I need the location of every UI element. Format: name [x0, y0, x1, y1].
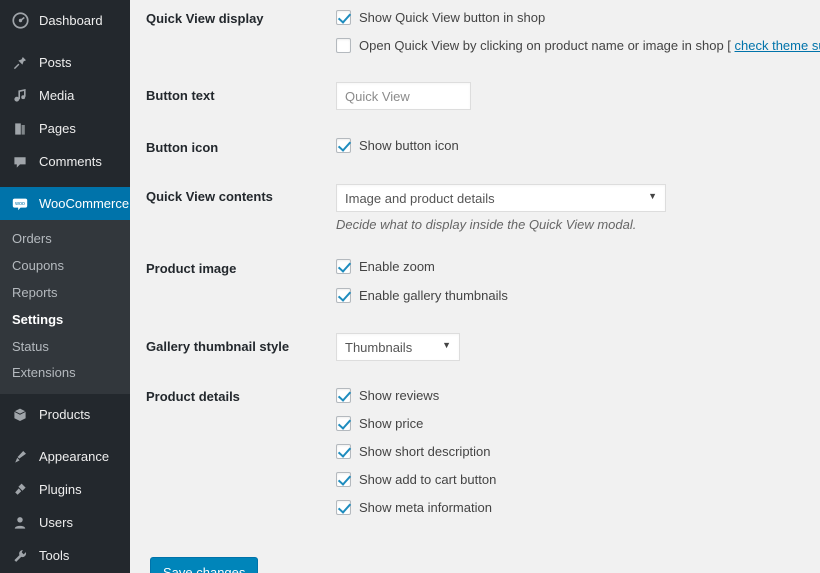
sidebar-item-label: Media — [39, 88, 75, 103]
quick-view-contents-select[interactable]: Image and product details ▼ — [336, 184, 666, 212]
checkbox-show-price[interactable] — [336, 416, 351, 431]
submenu-item-status[interactable]: Status — [0, 334, 130, 361]
gallery-thumbnail-style-select[interactable]: Thumbnails ▼ — [336, 333, 460, 361]
checkbox-show-meta-information[interactable] — [336, 500, 351, 515]
checkbox-row-show-short-description[interactable]: Show short description — [336, 444, 491, 459]
sidebar-item-plugins[interactable]: Plugins — [0, 473, 130, 506]
checkbox-show-quick-view-button[interactable] — [336, 10, 351, 25]
sidebar-item-label: Pages — [39, 121, 76, 136]
checkbox-label: Show price — [359, 416, 424, 431]
field-label-product-image: Product image — [146, 261, 237, 276]
sidebar-item-posts[interactable]: Posts — [0, 46, 130, 79]
check-theme-support-link[interactable]: check theme support — [735, 38, 820, 53]
checkbox-row-show-add-to-cart-button[interactable]: Show add to cart button — [336, 472, 496, 487]
brush-icon — [10, 447, 30, 467]
checkbox-open-quick-view-on-click[interactable] — [336, 38, 351, 53]
checkbox-row-enable-zoom[interactable]: Enable zoom — [336, 259, 435, 274]
sidebar-item-label: Appearance — [39, 449, 110, 465]
checkbox-show-reviews[interactable] — [336, 388, 351, 403]
admin-sidebar: Dashboard Posts Media Pages Comments woo… — [0, 0, 130, 573]
select-value: Image and product details — [345, 190, 495, 206]
pin-icon — [10, 53, 30, 73]
checkbox-label: Show add to cart button — [359, 472, 497, 487]
svg-text:woo: woo — [14, 200, 25, 206]
quick-view-contents-description: Decide what to display inside the Quick … — [336, 217, 637, 232]
checkbox-row-show-quick-view-button[interactable]: Show Quick View button in shop — [336, 10, 545, 25]
checkbox-enable-gallery-thumbnails[interactable] — [336, 288, 351, 303]
sidebar-item-tools[interactable]: Tools — [0, 539, 130, 572]
checkbox-label: Show short description — [359, 444, 491, 459]
checkbox-enable-zoom[interactable] — [336, 259, 351, 274]
select-value: Thumbnails — [345, 339, 413, 355]
sidebar-item-label: Dashboard — [39, 13, 103, 28]
button-text-input[interactable] — [336, 82, 471, 110]
checkbox-row-show-price[interactable]: Show price — [336, 416, 423, 431]
dashboard-icon — [10, 11, 30, 31]
checkbox-label: Show button icon — [359, 138, 459, 153]
sidebar-item-media[interactable]: Media — [0, 79, 130, 112]
submenu-item-orders[interactable]: Orders — [0, 226, 130, 253]
checkbox-label-text: Open Quick View by clicking on product n… — [359, 38, 735, 53]
checkbox-row-open-quick-view-on-click[interactable]: Open Quick View by clicking on product n… — [336, 38, 820, 53]
gallery-thumbnail-style-select-wrap: Thumbnails ▼ — [336, 333, 460, 361]
save-changes-button[interactable]: Save changes — [150, 557, 259, 573]
box-icon — [10, 405, 30, 425]
field-label-product-details: Product details — [146, 389, 240, 404]
woocommerce-submenu: Orders Coupons Reports Settings Status E… — [0, 220, 130, 395]
pages-icon — [10, 119, 30, 139]
checkbox-label: Enable zoom — [359, 259, 435, 274]
sidebar-item-label: Tools — [39, 548, 70, 564]
checkbox-show-add-to-cart-button[interactable] — [336, 472, 351, 487]
field-label-gallery-thumbnail-style: Gallery thumbnail style — [146, 339, 290, 354]
sidebar-divider — [0, 37, 130, 46]
sidebar-item-woocommerce[interactable]: woo WooCommerce — [0, 187, 130, 220]
field-label-quick-view-contents: Quick View contents — [146, 189, 273, 204]
sidebar-divider — [0, 431, 130, 440]
sidebar-item-label: Comments — [39, 154, 102, 169]
sidebar-item-label: Users — [39, 515, 73, 531]
quick-view-contents-select-wrap: Image and product details ▼ — [336, 184, 666, 212]
sidebar-item-comments[interactable]: Comments — [0, 145, 130, 178]
field-label-quick-view-display: Quick View display — [146, 11, 264, 26]
wrench-icon — [10, 546, 30, 566]
sidebar-item-label: Products — [39, 407, 91, 423]
checkbox-show-button-icon[interactable] — [336, 138, 351, 153]
checkbox-show-short-description[interactable] — [336, 444, 351, 459]
comments-icon — [10, 152, 30, 172]
submenu-item-reports[interactable]: Reports — [0, 280, 130, 307]
media-icon — [10, 86, 30, 106]
woocommerce-settings-page: Dashboard Posts Media Pages Comments woo… — [0, 0, 820, 573]
sidebar-divider — [0, 178, 130, 187]
sidebar-item-products[interactable]: Products — [0, 398, 130, 431]
settings-form: Quick View display Show Quick View butto… — [130, 0, 820, 573]
sidebar-item-dashboard[interactable]: Dashboard — [0, 4, 130, 37]
user-icon — [10, 513, 30, 533]
submenu-item-settings[interactable]: Settings — [0, 307, 130, 334]
checkbox-label: Show meta information — [359, 500, 492, 515]
submenu-item-extensions[interactable]: Extensions — [0, 360, 130, 387]
sidebar-item-label: WooCommerce — [39, 196, 130, 211]
checkbox-label: Show reviews — [359, 388, 440, 403]
checkbox-label: Show Quick View button in shop — [359, 10, 546, 25]
checkbox-label: Enable gallery thumbnails — [359, 288, 508, 303]
sidebar-item-pages[interactable]: Pages — [0, 112, 130, 145]
field-label-button-icon: Button icon — [146, 140, 219, 155]
checkbox-label: Open Quick View by clicking on product n… — [359, 39, 820, 52]
sidebar-item-appearance[interactable]: Appearance — [0, 440, 130, 473]
submenu-item-coupons[interactable]: Coupons — [0, 253, 130, 280]
woocommerce-icon: woo — [10, 194, 30, 214]
checkbox-row-enable-gallery-thumbnails[interactable]: Enable gallery thumbnails — [336, 288, 508, 303]
checkbox-row-show-meta-information[interactable]: Show meta information — [336, 500, 492, 515]
sidebar-item-label: Plugins — [39, 482, 82, 498]
plug-icon — [10, 480, 30, 500]
button-text-field-wrap — [336, 82, 471, 110]
sidebar-item-label: Posts — [39, 55, 72, 70]
checkbox-row-show-reviews[interactable]: Show reviews — [336, 388, 439, 403]
field-label-button-text: Button text — [146, 88, 215, 103]
sidebar-item-users[interactable]: Users — [0, 506, 130, 539]
checkbox-row-show-button-icon[interactable]: Show button icon — [336, 138, 459, 153]
